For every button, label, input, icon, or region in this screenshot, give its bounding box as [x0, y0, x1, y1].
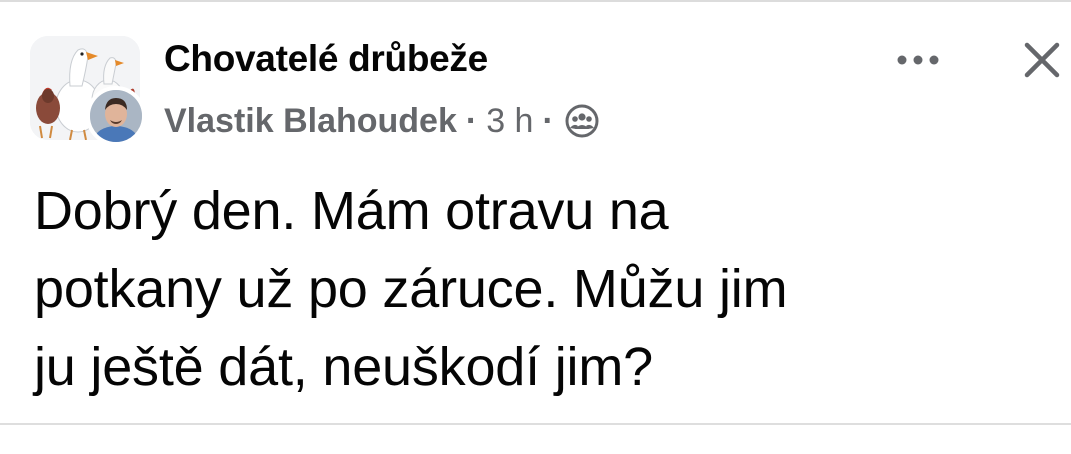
group-audience-icon[interactable]: [565, 104, 599, 138]
more-options-button[interactable]: [888, 40, 948, 80]
post-text: Dobrý den. Mám otravu na potkany už po z…: [34, 172, 1044, 406]
meta-separator-2: ·: [542, 101, 554, 140]
group-name[interactable]: Chovatelé drůbeže: [164, 38, 488, 80]
author-photo: [90, 90, 142, 142]
author-avatar[interactable]: [86, 86, 146, 146]
post-meta: Vlastik Blahoudek · 3 h ·: [164, 100, 599, 142]
close-icon: [1024, 42, 1060, 78]
post-time[interactable]: 3 h: [486, 102, 533, 141]
author-name[interactable]: Vlastik Blahoudek: [164, 102, 457, 141]
top-divider: [0, 0, 1071, 2]
post-text-line: Dobrý den. Mám otravu na: [34, 181, 669, 241]
post-text-line: potkany už po záruce. Můžu jim: [34, 259, 788, 319]
close-button[interactable]: [1016, 34, 1068, 86]
post-text-line: ju ještě dát, neuškodí jim?: [34, 337, 653, 397]
meta-separator: ·: [465, 101, 478, 140]
more-horizontal-icon: [897, 55, 939, 65]
bottom-divider: [0, 423, 1071, 425]
